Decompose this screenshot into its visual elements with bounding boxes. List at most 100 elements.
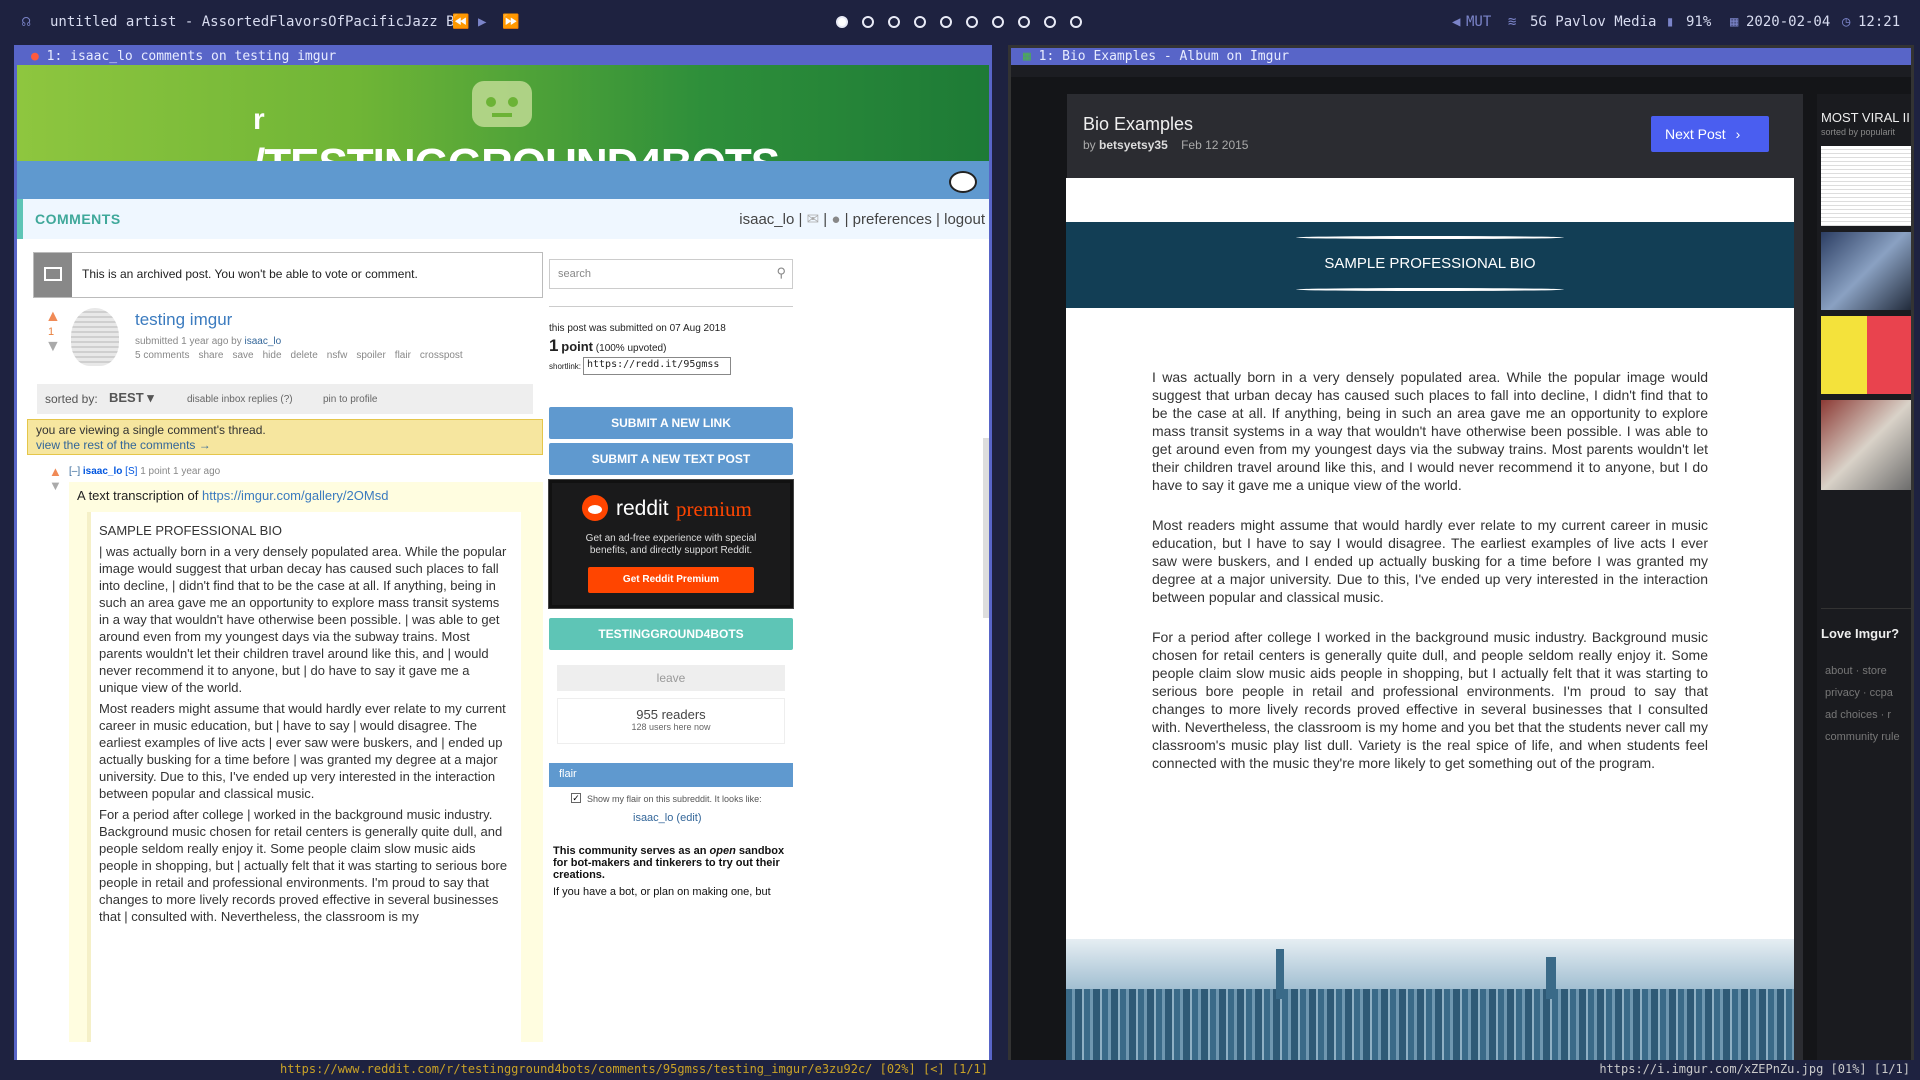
next-track-icon[interactable]: ⏩ [502,14,519,30]
get-premium-button[interactable]: Get Reddit Premium [588,567,754,593]
view-rest-link[interactable]: view the rest of the comments → [36,438,211,452]
footer-link-ad-choices[interactable]: ad choices [1825,709,1878,721]
thread-notice-text: you are viewing a single comment's threa… [36,423,266,437]
users-here-now: 128 users here now [631,722,711,732]
post-title[interactable]: testing imgur [135,310,232,330]
workspace-3[interactable] [888,16,900,28]
search-box[interactable]: search ⚲ [549,259,793,289]
flair-checkbox[interactable]: ✓ [571,793,581,803]
workspace-1[interactable] [836,16,848,28]
sort-dropdown[interactable]: BEST ▾ [109,390,154,406]
post-action-share[interactable]: share [198,350,223,361]
downvote-arrow-icon[interactable]: ▼ [45,338,61,356]
upvote-arrow-icon[interactable]: ▲ [45,308,61,326]
imgur-gallery-link[interactable]: https://imgur.com/gallery/2OMsd [202,488,388,503]
post-thumbnail[interactable] [71,308,119,366]
viral-thumbnail-4[interactable] [1821,400,1911,490]
pin-to-profile-link[interactable]: pin to profile [323,394,377,405]
footer-link-about[interactable]: about [1825,665,1853,677]
post-action-flair[interactable]: flair [395,350,411,361]
post-actions: 5 comments share save hide delete nsfw spoiler… [135,350,472,361]
post-author-link[interactable]: isaac_lo [245,336,282,347]
post-action-nsfw[interactable]: nsfw [327,350,348,361]
search-placeholder: search [558,268,592,280]
window-title-bar: ● 1: isaac_lo comments on testing imgur [17,48,989,65]
scroll-handle[interactable] [983,438,989,618]
help-link[interactable]: (?) [280,394,292,405]
submit-text-post-button[interactable]: SUBMIT A NEW TEXT POST [549,443,793,475]
battery-level: 91% [1686,14,1712,30]
comment-author-link[interactable]: isaac_lo [83,466,122,477]
workspace-8[interactable] [1018,16,1030,28]
wifi-icon: ≋ [1508,14,1517,30]
footer-link-community-rule[interactable]: community rule [1825,731,1900,743]
footer-link-r[interactable]: r [1887,709,1891,721]
comment-upvote-icon[interactable]: ▲ [49,464,62,479]
footer-link-row: community rule [1825,726,1900,748]
submit-link-button[interactable]: SUBMIT A NEW LINK [549,407,793,439]
footer-link-store[interactable]: store [1862,665,1886,677]
subreddit-button[interactable]: TESTINGGROUND4BOTS [549,618,793,650]
tab-comments[interactable]: COMMENTS [35,211,121,227]
flair-edit-link[interactable]: (edit) [676,812,701,824]
leave-label: leave [656,671,686,685]
viral-thumbnail-2[interactable] [1821,232,1911,310]
workspace-10[interactable] [1070,16,1082,28]
post-action-crosspost[interactable]: crosspost [420,350,463,361]
collapse-toggle[interactable]: [–] [69,466,80,477]
search-icon[interactable]: ⚲ [776,265,786,281]
premium-brand-reddit: reddit [616,497,669,520]
reddit-alien-icon[interactable] [949,171,977,193]
browser-icon: ● [31,49,39,64]
intro-text: A text transcription of [77,488,199,503]
premium-description: Get an ad-free experience with special b… [585,533,757,556]
bio-paragraph-2: Most readers might assume that would har… [1152,517,1708,605]
workspace-7[interactable] [992,16,1004,28]
top-stripe [1011,65,1911,77]
disable-inbox-replies-link[interactable]: disable inbox replies (?) [187,394,293,405]
comment-downvote-icon[interactable]: ▼ [49,478,62,493]
post-action-5-comments[interactable]: 5 comments [135,350,189,361]
play-icon[interactable]: ▶ [478,14,486,30]
about-text-3: If you have a bot, or plan on making one… [553,886,771,898]
footer-link-ccpa[interactable]: ccpa [1870,687,1893,699]
workspace-5[interactable] [940,16,952,28]
shortlink-input[interactable]: https://redd.it/95gmss [583,357,731,375]
sort-bar: sorted by: BEST ▾ disable inbox replies … [37,384,533,414]
subreddit-banner[interactable]: r /TESTINGGROUND4BOTS [17,65,989,189]
right-url-text: https://i.imgur.com/xZEPnZu.jpg [01%] [1… [1599,1062,1910,1076]
preferences-link[interactable]: preferences [853,211,932,228]
post-author-link[interactable]: betsyetsy35 [1099,138,1168,152]
reddit-premium-ad: reddit premium Get an ad-free experience… [548,479,794,609]
post-action-delete[interactable]: delete [291,350,318,361]
workspace-4[interactable] [914,16,926,28]
previous-track-icon[interactable]: ⏪ [452,14,469,30]
username-link[interactable]: isaac_lo [739,211,794,228]
logout-link[interactable]: logout [944,211,985,228]
image-bio-text: I was actually born in a very densely po… [1152,368,1708,794]
most-viral-title: MOST VIRAL II [1821,110,1910,125]
workspace-6[interactable] [966,16,978,28]
chat-icon[interactable]: ● [831,211,840,228]
post-action-hide[interactable]: hide [263,350,282,361]
date: 2020-02-04 [1746,14,1831,30]
mail-icon[interactable]: ✉ [807,211,820,228]
submitted-on: this post was submitted on 07 Aug 2018 [549,323,726,334]
footer-links: about · store privacy · ccpa ad choices · … [1825,660,1900,748]
viral-thumbnail-3[interactable] [1821,316,1911,394]
flair-preview: isaac_lo (edit) [633,812,701,824]
window-title: 1: Bio Examples - Album on Imgur [1038,49,1290,64]
post-action-save[interactable]: save [232,350,253,361]
post-image[interactable]: SAMPLE PROFESSIONAL BIO I was actually b… [1066,178,1794,1060]
image-heading: SAMPLE PROFESSIONAL BIO [1324,255,1536,272]
next-post-button[interactable]: Next Post › [1651,116,1769,152]
viral-thumbnail-1[interactable] [1821,146,1911,226]
workspace-9[interactable] [1044,16,1056,28]
footer-link-privacy[interactable]: privacy [1825,687,1860,699]
workspace-2[interactable] [862,16,874,28]
sidebar-divider [549,306,793,307]
footer-separator: · [1859,687,1870,699]
post-action-spoiler[interactable]: spoiler [356,350,385,361]
comment-body: A text transcription of https://imgur.co… [69,482,543,1042]
leave-button[interactable]: leave [557,665,785,691]
